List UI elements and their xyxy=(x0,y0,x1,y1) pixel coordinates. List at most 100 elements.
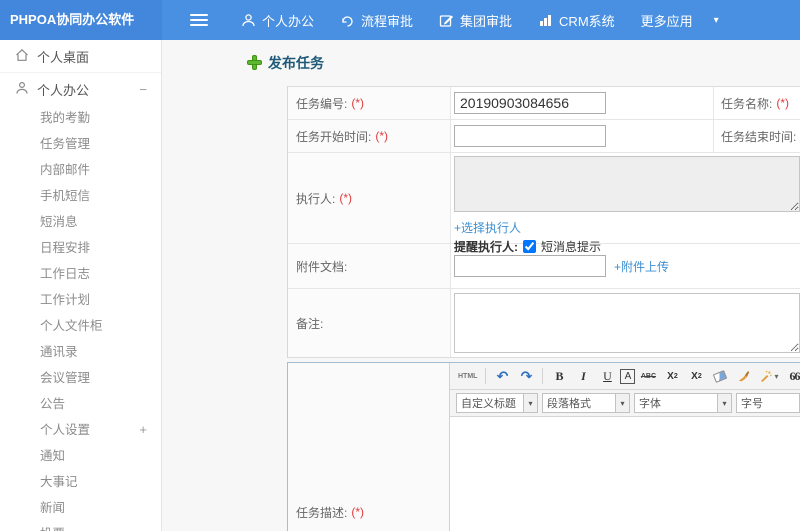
sidebar-item[interactable]: 手机短信 xyxy=(0,183,161,209)
sidebar-item[interactable]: 任务管理 xyxy=(0,131,161,157)
sidebar-item-label: 会议管理 xyxy=(40,371,91,385)
html-source-button[interactable]: HTML xyxy=(455,366,480,386)
menu-toggle-icon[interactable] xyxy=(190,14,208,26)
description-editor-table: 任务描述: (*) HTML ↶ ↷ B I U A ABC X 2 X 2 ▾… xyxy=(287,362,800,531)
required-marker: (*) xyxy=(351,505,365,519)
sidebar-item-label: 新闻 xyxy=(40,501,66,515)
process-approval-icon xyxy=(340,13,355,28)
superscript-button[interactable]: X2 xyxy=(661,366,683,386)
task-form-table: 任务编号: (*) 任务名称: (*) 任务开始时间: (*) xyxy=(287,86,800,358)
chevron-down-icon: ▾ xyxy=(717,394,731,412)
sidebar-item-label: 通讯录 xyxy=(40,345,78,359)
task-form: 任务编号: (*) 任务名称: (*) 任务开始时间: (*) xyxy=(287,86,800,531)
nav-more-apps[interactable]: 更多应用 xyxy=(628,0,706,40)
eraser-icon[interactable] xyxy=(709,366,731,386)
sidebar-item[interactable]: 通知 xyxy=(0,443,161,469)
bar-chart-icon xyxy=(538,13,553,28)
collapse-minus-icon[interactable]: − xyxy=(139,82,147,97)
top-navbar: PHPOA协同办公软件 个人办公 流程审批 集团审批 CRM系统 更多应用 ▾ xyxy=(0,0,800,40)
sidebar-item-label: 个人桌面 xyxy=(37,49,90,65)
top-nav: 个人办公 流程审批 集团审批 CRM系统 更多应用 ▾ xyxy=(228,0,727,40)
attachment-input[interactable] xyxy=(454,255,606,277)
boxed-text-button[interactable]: A xyxy=(620,368,636,384)
paragraph-format-select[interactable]: 段落格式 ▾ xyxy=(542,393,630,413)
task-name-label: 任务名称: (*) xyxy=(713,87,800,119)
page-header: 发布任务 xyxy=(162,40,800,85)
subscript-button[interactable]: X2 xyxy=(685,366,707,386)
sidebar-item-label: 我的考勤 xyxy=(40,111,91,125)
form-row-executor: 执行人: (*) +选择执行人 提醒执行人: 短消息提示 xyxy=(288,153,800,254)
expand-plus-icon[interactable]: + xyxy=(139,417,147,443)
sidebar-item-settings[interactable]: 个人设置 + xyxy=(0,417,161,443)
attachment-label: 附件文档: xyxy=(288,244,450,288)
blockquote-button[interactable]: 66 xyxy=(783,366,800,386)
remark-cell xyxy=(450,289,800,357)
sidebar-section-label: 个人办公 xyxy=(37,82,90,98)
sidebar-item[interactable]: 通讯录 xyxy=(0,339,161,365)
nav-process-approval[interactable]: 流程审批 xyxy=(327,0,426,40)
sidebar: 个人桌面 个人办公 − 我的考勤 任务管理 内部邮件 手机短信 短消息 日程安排… xyxy=(0,40,162,531)
nav-personal-office[interactable]: 个人办公 xyxy=(228,0,327,40)
nav-crm-system[interactable]: CRM系统 xyxy=(525,0,628,40)
executor-label: 执行人: (*) xyxy=(288,153,450,243)
sidebar-item-label: 内部邮件 xyxy=(40,163,91,177)
sidebar-item[interactable]: 投票 xyxy=(0,521,161,531)
start-time-input[interactable] xyxy=(454,125,606,147)
editor-toolbar-row2: 自定义标题 ▾ 段落格式 ▾ 字体 ▾ 字号 ▾ xyxy=(450,390,800,417)
sidebar-item-label: 手机短信 xyxy=(40,189,91,203)
required-marker: (*) xyxy=(351,96,365,110)
description-editor-area[interactable] xyxy=(450,417,800,531)
sidebar-item[interactable]: 会议管理 xyxy=(0,365,161,391)
nav-group-approval[interactable]: 集团审批 xyxy=(426,0,525,40)
chevron-down-icon[interactable]: ▾ xyxy=(706,15,727,26)
undo-icon[interactable]: ↶ xyxy=(491,366,513,386)
sidebar-item[interactable]: 工作日志 xyxy=(0,261,161,287)
format-brush-icon[interactable] xyxy=(733,366,755,386)
sidebar-item[interactable]: 大事记 xyxy=(0,469,161,495)
italic-button[interactable]: I xyxy=(572,366,594,386)
underline-button[interactable]: U xyxy=(596,366,618,386)
sidebar-item[interactable]: 公告 xyxy=(0,391,161,417)
sidebar-item[interactable]: 内部邮件 xyxy=(0,157,161,183)
chevron-down-icon: ▾ xyxy=(615,394,629,412)
select-executor-link[interactable]: +选择执行人 xyxy=(454,221,521,235)
user-icon xyxy=(15,81,29,98)
sidebar-item[interactable]: 短消息 xyxy=(0,209,161,235)
task-number-input[interactable] xyxy=(454,92,606,114)
end-time-label: 任务结束时间: (*) xyxy=(713,120,800,152)
executor-cell: +选择执行人 提醒执行人: 短消息提示 xyxy=(450,153,800,254)
font-family-select[interactable]: 字体 ▾ xyxy=(634,393,732,413)
font-size-select[interactable]: 字号 ▾ xyxy=(736,393,800,413)
sidebar-item-label: 通知 xyxy=(40,449,66,463)
bold-button[interactable]: B xyxy=(548,366,570,386)
remark-textarea[interactable] xyxy=(454,293,800,353)
custom-title-select[interactable]: 自定义标题 ▾ xyxy=(456,393,538,413)
editor-toolbar-row1: HTML ↶ ↷ B I U A ABC X2 X2 ▾ 66 xyxy=(450,363,800,390)
app-window: PHPOA协同办公软件 个人办公 流程审批 集团审批 CRM系统 更多应用 ▾ … xyxy=(0,0,800,531)
start-time-cell xyxy=(450,120,713,152)
home-icon xyxy=(15,48,29,65)
nav-label: 集团审批 xyxy=(460,13,513,29)
sidebar-item-label: 工作日志 xyxy=(40,267,91,281)
sidebar-item[interactable]: 我的考勤 xyxy=(0,105,161,131)
nav-label: CRM系统 xyxy=(559,13,615,29)
sidebar-item-label: 投票 xyxy=(40,527,65,531)
sidebar-section-personal-office[interactable]: 个人办公 − xyxy=(0,73,161,105)
sidebar-item[interactable]: 日程安排 xyxy=(0,235,161,261)
sidebar-item[interactable]: 个人文件柜 xyxy=(0,313,161,339)
sidebar-item-label: 公告 xyxy=(40,397,66,411)
task-number-label: 任务编号: (*) xyxy=(288,87,450,119)
form-row-attachment: 附件文档: +附件上传 xyxy=(288,244,800,289)
magic-wand-icon[interactable]: ▾ xyxy=(757,366,781,386)
sidebar-item-desktop[interactable]: 个人桌面 xyxy=(0,40,161,73)
start-time-label: 任务开始时间: (*) xyxy=(288,120,450,152)
sidebar-item[interactable]: 新闻 xyxy=(0,495,161,521)
required-marker: (*) xyxy=(776,96,790,110)
form-row-remark: 备注: xyxy=(288,289,800,357)
attachment-upload-link[interactable]: +附件上传 xyxy=(614,258,669,275)
sidebar-item-label: 日程安排 xyxy=(40,241,91,255)
executor-textarea[interactable] xyxy=(454,156,800,212)
sidebar-item[interactable]: 工作计划 xyxy=(0,287,161,313)
redo-icon[interactable]: ↷ xyxy=(515,366,537,386)
strikethrough-button[interactable]: ABC xyxy=(637,366,659,386)
